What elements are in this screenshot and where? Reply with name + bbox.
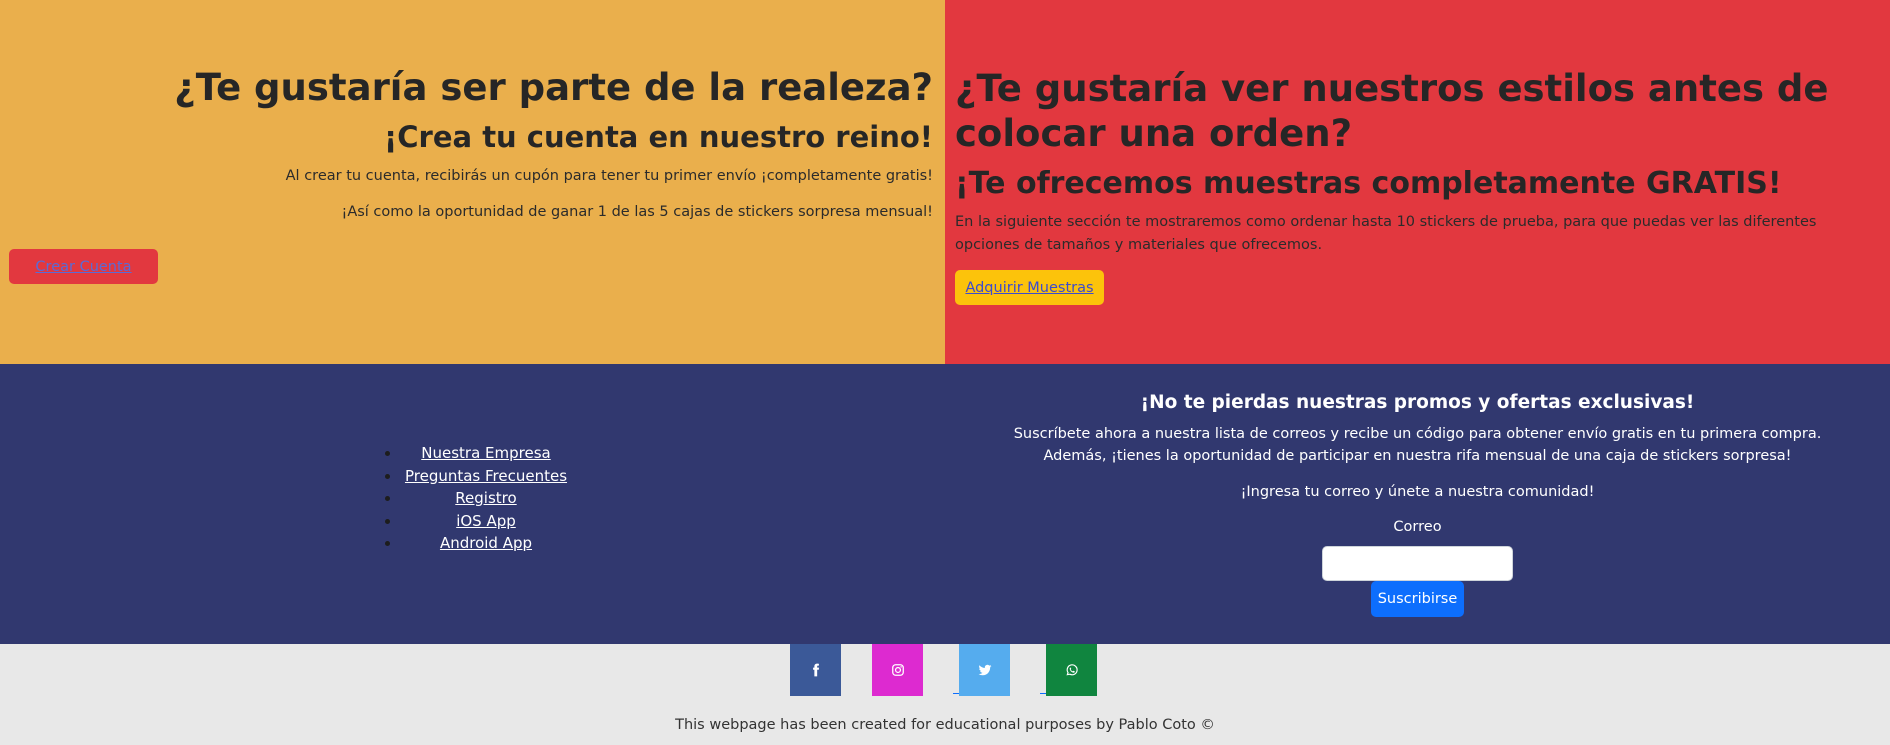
footer-link-company[interactable]: Nuestra Empresa (421, 444, 550, 462)
footer-link-android-app[interactable]: Android App (440, 534, 532, 552)
samples-title: ¿Te gustaría ver nuestros estilos antes … (955, 67, 1829, 156)
footer-links-column: Nuestra Empresa Preguntas Frecuentes Reg… (0, 364, 945, 644)
signup-text: ¿Te gustaría ser parte de la realeza? ¡C… (13, 66, 933, 220)
footer: Nuestra Empresa Preguntas Frecuentes Reg… (0, 364, 1890, 644)
newsletter-description: Suscríbete ahora a nuestra lista de corr… (1013, 426, 1822, 465)
footer-links-list: Nuestra Empresa Preguntas Frecuentes Reg… (401, 442, 571, 555)
samples-panel: ¿Te gustaría ver nuestros estilos antes … (945, 0, 1890, 364)
signup-subtitle: ¡Crea tu cuenta en nuestro reino! (384, 120, 933, 155)
newsletter-title: ¡No te pierdas nuestras promos y ofertas… (1140, 392, 1695, 413)
facebook-link[interactable] (790, 644, 841, 696)
email-field[interactable] (1322, 545, 1513, 581)
twitter-link[interactable] (959, 644, 1010, 696)
create-account-button[interactable]: Crear Cuenta (9, 249, 158, 284)
newsletter-section: ¡No te pierdas nuestras promos y ofertas… (945, 364, 1890, 644)
whatsapp-link[interactable] (1046, 644, 1097, 696)
social-bar: This webpage has been created for educat… (0, 644, 1890, 745)
instagram-icon (891, 664, 904, 676)
list-item: iOS App (401, 510, 571, 533)
list-item: Registro (401, 487, 571, 510)
signup-title: ¿Te gustaría ser parte de la realeza? (174, 66, 933, 109)
list-item: Preguntas Frecuentes (401, 465, 571, 488)
hero-section: ¿Te gustaría ser parte de la realeza? ¡C… (0, 0, 1890, 364)
list-item: Nuestra Empresa (401, 442, 571, 465)
facebook-icon (812, 663, 819, 677)
footer-link-faq[interactable]: Preguntas Frecuentes (405, 467, 567, 485)
twitter-icon (978, 664, 991, 676)
samples-description: En la siguiente sección te mostraremos c… (955, 214, 1817, 253)
credit-text: This webpage has been created for educat… (675, 717, 1215, 733)
signup-coupon-text: Al crear tu cuenta, recibirás un cupón p… (285, 168, 933, 185)
footer-link-register[interactable]: Registro (455, 489, 516, 507)
whatsapp-icon (1065, 664, 1078, 676)
instagram-link[interactable] (872, 644, 923, 696)
list-item: Android App (401, 532, 571, 555)
newsletter-cta: ¡Ingresa tu correo y únete a nuestra com… (1240, 483, 1595, 500)
subscribe-button[interactable]: Suscribirse (1371, 580, 1464, 617)
signup-panel: ¿Te gustaría ser parte de la realeza? ¡C… (0, 0, 945, 364)
footer-link-ios-app[interactable]: iOS App (456, 512, 516, 530)
samples-subtitle: ¡Te ofrecemos muestras completamente GRA… (955, 166, 1782, 202)
get-samples-button[interactable]: Adquirir Muestras (955, 270, 1104, 306)
signup-prize-text: ¡Así como la oportunidad de ganar 1 de l… (341, 204, 934, 221)
email-label: Correo (1393, 518, 1442, 535)
